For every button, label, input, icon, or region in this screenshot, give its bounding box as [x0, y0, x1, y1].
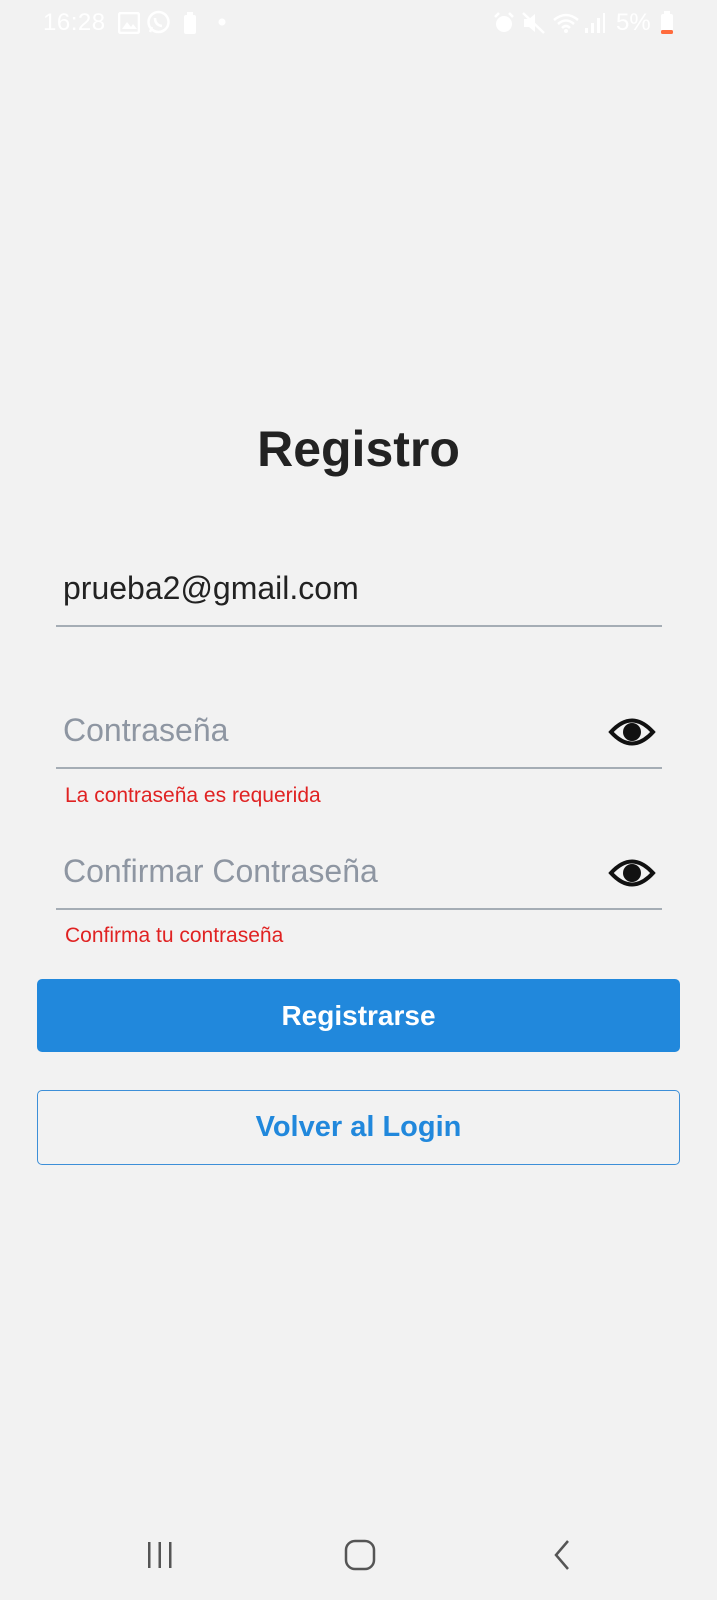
battery-saver-icon [184, 12, 196, 34]
password-field[interactable] [56, 695, 662, 769]
battery-icon [661, 11, 673, 34]
whatsapp-icon [147, 10, 170, 34]
mute-icon [522, 12, 545, 34]
alarm-icon [494, 12, 514, 32]
home-icon [344, 1539, 376, 1571]
password-input[interactable] [63, 695, 583, 765]
recent-apps-icon [148, 1542, 172, 1568]
password-error: La contraseña es requerida [65, 784, 321, 807]
email-input[interactable] [63, 553, 583, 623]
recent-apps-button[interactable] [130, 1533, 190, 1577]
gallery-icon [118, 12, 140, 34]
register-button[interactable]: Registrarse [37, 979, 680, 1052]
eye-icon[interactable] [608, 856, 656, 890]
back-icon [554, 1540, 569, 1570]
back-button[interactable] [532, 1533, 592, 1577]
page-title: Registro [257, 421, 460, 477]
status-bar: 16:28 5% [0, 0, 717, 50]
home-button[interactable] [330, 1533, 390, 1577]
dot-icon [218, 18, 226, 26]
battery-percentage: 5% [616, 9, 651, 36]
wifi-icon [553, 13, 579, 33]
eye-icon[interactable] [608, 715, 656, 749]
email-field[interactable] [56, 553, 662, 627]
back-to-login-button[interactable]: Volver al Login [37, 1090, 680, 1165]
signal-icon [585, 13, 605, 33]
confirm-password-input[interactable] [63, 836, 583, 906]
confirm-password-field[interactable] [56, 836, 662, 910]
status-time: 16:28 [43, 9, 106, 36]
confirm-password-error: Confirma tu contraseña [65, 924, 284, 947]
